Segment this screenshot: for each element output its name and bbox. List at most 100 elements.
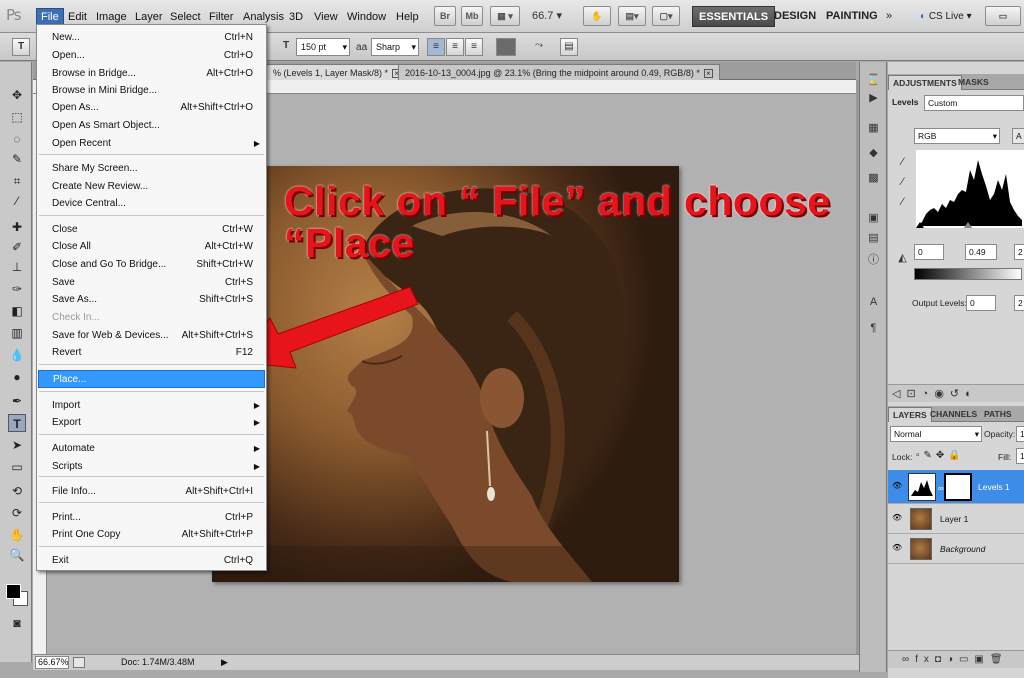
3d-orbit-tool-icon[interactable]: ⟳	[8, 504, 26, 522]
document-tab-jpg[interactable]: 2016-10-13_0004.jpg @ 23.1% (Bring the m…	[398, 64, 720, 80]
file-menu-item[interactable]: Scripts ▶	[38, 458, 265, 476]
file-menu-item[interactable]: Export ▶	[38, 414, 265, 432]
warp-text-icon[interactable]: ⤳	[530, 38, 548, 56]
histogram-panel-icon[interactable]: ▤	[865, 230, 882, 247]
workspace-design[interactable]: DESIGN	[768, 6, 822, 27]
file-menu-item[interactable]: Save for Web & Devices... Alt+Shift+Ctrl+…	[38, 327, 265, 345]
type-tool-preset-icon[interactable]: T	[12, 38, 30, 56]
tab-adjustments[interactable]: ADJUSTMENTS	[888, 75, 962, 90]
bridge-button[interactable]: Br	[434, 6, 456, 26]
mini-bridge-button[interactable]: Mb	[461, 6, 483, 26]
tab-channels[interactable]: CHANNELS	[926, 407, 981, 422]
minimize-window-button[interactable]: ▭	[985, 6, 1021, 26]
file-menu-item[interactable]: Browse in Bridge... Alt+Ctrl+O	[38, 65, 265, 83]
3d-rotate-tool-icon[interactable]: ⟲	[8, 482, 26, 500]
layer-mask-thumbnail[interactable]	[944, 473, 972, 501]
black-point-eyedropper-icon[interactable]: ⁄	[894, 154, 911, 171]
3d-panel-icon[interactable]: ◆	[865, 145, 882, 162]
tab-masks[interactable]: MASKS	[954, 75, 993, 90]
file-menu-item[interactable]: Close Ctrl+W	[38, 221, 265, 239]
close-icon[interactable]: ×	[703, 69, 713, 78]
arrange-documents-icon[interactable]: ▤▾	[618, 6, 646, 26]
file-menu-item[interactable]: Automate ▶	[38, 440, 265, 458]
align-right-icon[interactable]: ≡	[465, 38, 483, 56]
eye-icon[interactable]: 👁	[892, 514, 902, 522]
file-menu-item[interactable]: Open As Smart Object...	[38, 117, 265, 135]
align-center-icon[interactable]: ≡	[446, 38, 464, 56]
align-left-icon[interactable]: ≡	[427, 38, 445, 56]
workspace-painting[interactable]: PAINTING	[820, 6, 884, 27]
blur-tool-icon[interactable]: 💧	[8, 346, 26, 364]
blend-mode-dropdown[interactable]: Normal ▾	[890, 426, 982, 442]
info-panel-icon[interactable]: ⓘ	[865, 252, 882, 269]
quick-select-tool-icon[interactable]: ✎	[8, 150, 26, 168]
clipping-warning-icon[interactable]: ◭	[894, 250, 911, 267]
file-menu-item[interactable]: Open... Ctrl+O	[38, 47, 265, 65]
eraser-tool-icon[interactable]: ◧	[8, 302, 26, 320]
gradient-tool-icon[interactable]: ▥	[8, 324, 26, 342]
eye-icon[interactable]: 👁	[892, 482, 902, 490]
levels-preset-dropdown[interactable]: Custom	[924, 95, 1024, 111]
gray-point-eyedropper-icon[interactable]: ⁄	[894, 174, 911, 191]
input-white-field[interactable]: 2	[1014, 244, 1024, 260]
extras-dropdown[interactable]: ▦ ▾	[490, 6, 520, 26]
file-menu-item[interactable]: Save As... Shift+Ctrl+S	[38, 291, 265, 309]
clone-stamp-tool-icon[interactable]: ⊥	[8, 258, 26, 276]
file-menu-item[interactable]: Close All Alt+Ctrl+W	[38, 238, 265, 256]
marquee-tool-icon[interactable]: ⬚	[8, 108, 26, 126]
eye-icon[interactable]: 👁	[892, 544, 902, 552]
file-menu-item[interactable]: Print... Ctrl+P	[38, 509, 265, 527]
document-tab-levels[interactable]: % (Levels 1, Layer Mask/8) * ×	[266, 64, 409, 80]
chain-link-icon[interactable]: ∞	[938, 484, 944, 493]
file-menu-item[interactable]: Browse in Mini Bridge...	[38, 82, 265, 100]
layer-row-layer1[interactable]: 👁 Layer 1	[888, 505, 1024, 534]
status-menu-arrow-icon[interactable]: ▶	[221, 657, 228, 668]
styles-panel-icon[interactable]: ▣	[865, 210, 882, 227]
channel-dropdown[interactable]: RGB ▾	[914, 128, 1000, 144]
crop-tool-icon[interactable]: ⌗	[8, 172, 26, 190]
dodge-tool-icon[interactable]: ●	[8, 368, 26, 386]
status-options-icon[interactable]	[73, 657, 85, 668]
output-white-field[interactable]: 2	[1014, 295, 1024, 311]
character-panel-icon[interactable]: ▤	[560, 38, 578, 56]
text-color-swatch[interactable]	[496, 38, 516, 56]
screen-mode-icon[interactable]: ▢▾	[652, 6, 680, 26]
mini-bridge-panel-icon[interactable]: ▦	[865, 120, 882, 137]
adjustments-footer-icons[interactable]: ◁⊡◔◉↺◐	[888, 384, 1024, 402]
file-menu-item[interactable]: Save Ctrl+S	[38, 274, 265, 292]
menu-help[interactable]: Help	[392, 8, 423, 26]
paragraph-panel-icon[interactable]: ¶	[865, 320, 882, 337]
file-menu-item[interactable]: Open As... Alt+Shift+Ctrl+O	[38, 99, 265, 117]
file-menu-item[interactable]: Open Recent ▶	[38, 135, 265, 153]
file-menu-item[interactable]: Create New Review...	[38, 178, 265, 196]
opacity-field[interactable]: 1	[1016, 426, 1024, 442]
menu-window[interactable]: Window	[343, 8, 390, 26]
layer-row-levels[interactable]: 👁 ∞ Levels 1	[888, 470, 1024, 504]
history-brush-tool-icon[interactable]: ✑	[8, 280, 26, 298]
foreground-color-swatch[interactable]	[6, 584, 21, 599]
tab-paths[interactable]: PATHS	[980, 407, 1016, 422]
file-menu-item[interactable]: Revert F12	[38, 344, 265, 362]
output-black-field[interactable]: 0	[966, 295, 996, 311]
cs-live-button[interactable]: ◐ CS Live ▾	[914, 6, 978, 27]
input-midtone-field[interactable]: 0.49	[965, 244, 997, 260]
type-tool-icon[interactable]: T	[8, 414, 26, 432]
workspace-essentials[interactable]: ESSENTIALS	[692, 6, 776, 27]
quick-mask-icon[interactable]: ◙	[8, 614, 26, 632]
hand-tool-icon[interactable]: ✋	[8, 526, 26, 544]
more-workspaces-icon[interactable]: »	[880, 6, 898, 27]
font-size-field[interactable]: 150 pt ▾	[296, 38, 350, 56]
file-menu-item[interactable]: Place...	[38, 370, 265, 388]
eyedropper-tool-icon[interactable]: ⁄	[8, 192, 26, 210]
move-tool-icon[interactable]: ✥	[8, 86, 26, 104]
file-menu-item[interactable]: Print One Copy Alt+Shift+Ctrl+P	[38, 526, 265, 544]
fill-field[interactable]: 1	[1016, 448, 1024, 464]
layer-row-background[interactable]: 👁 Background	[888, 535, 1024, 564]
zoom-tool-icon[interactable]: 🔍	[8, 546, 26, 564]
file-menu-item[interactable]: Close and Go To Bridge... Shift+Ctrl+W	[38, 256, 265, 274]
shape-tool-icon[interactable]: ▭	[8, 458, 26, 476]
layers-footer-icons[interactable]: ∞fx◘◑▭▣🗑	[888, 650, 1024, 668]
hand-tool-icon[interactable]: ✋	[583, 6, 611, 26]
white-point-eyedropper-icon[interactable]: ⁄	[894, 194, 911, 211]
healing-brush-tool-icon[interactable]: ✚	[8, 218, 26, 236]
